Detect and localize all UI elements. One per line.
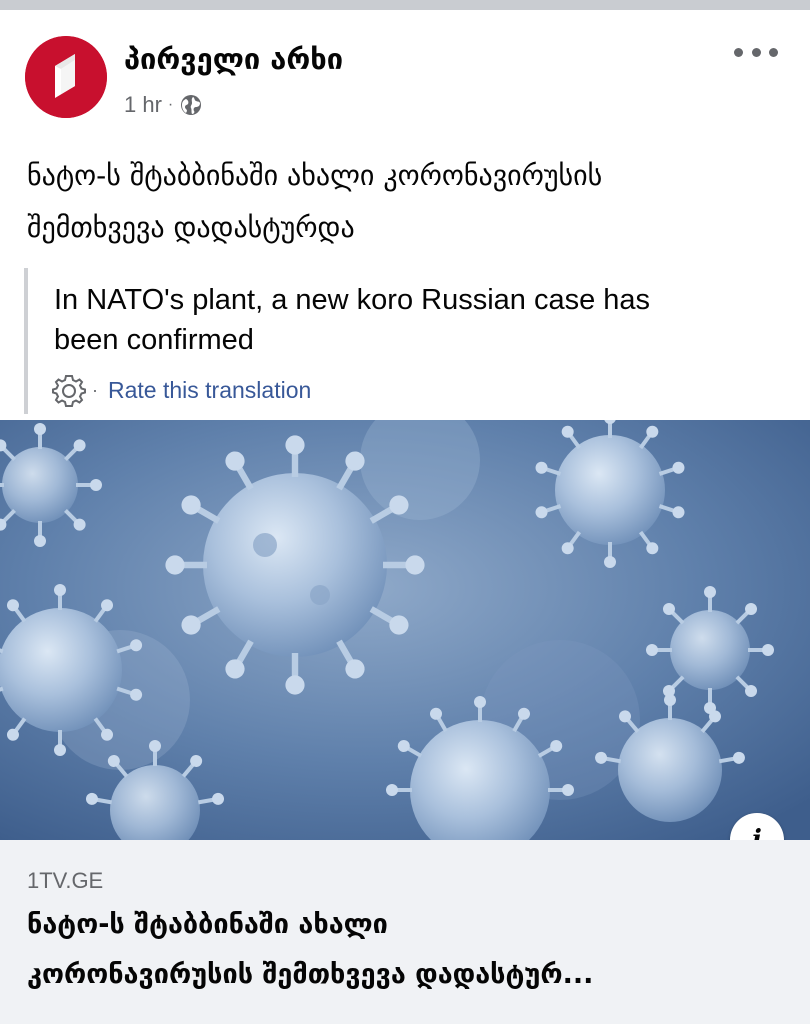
gear-icon[interactable] [52,373,86,407]
more-dot [751,47,761,57]
top-divider [0,0,810,10]
rate-translation-link[interactable]: Rate this translation [108,377,311,404]
link-preview[interactable]: 1TV.GE ნატო-ს შტაბბინაში ახალი კორონავირ… [0,840,810,1024]
post-time[interactable]: 1 hr [124,92,162,118]
more-options-button[interactable] [734,40,778,64]
feed-post: პირველი არხი 1 hr · ნატო-ს შტაბბინაში ახ… [0,10,810,1024]
post-header: პირველი არხი 1 hr · [0,10,810,140]
meta-separator: · [167,96,174,113]
translated-line: been confirmed [54,324,254,356]
logo-icon [25,36,107,118]
translated-line: In NATO's plant, a new koro Russian case… [54,284,651,316]
translation-actions: · Rate this translation [52,370,311,410]
coronavirus-image [0,420,810,840]
translated-text: In NATO's plant, a new koro Russian case… [54,280,774,360]
post-message-line: შემთხვევა დადასტურდა [27,211,355,244]
link-title-line: კორონავირუსის შემთხვევა დადასტურ... [27,959,594,990]
post-image[interactable] [0,420,810,840]
page-avatar[interactable] [25,36,107,118]
translation-separator: · [92,379,98,400]
link-title-line: ნატო-ს შტაბბინაში ახალი [27,909,388,940]
page-name[interactable]: პირველი არხი [124,42,343,76]
globe-icon [181,95,202,115]
more-dot [769,47,778,57]
post-message-line: ნატო-ს შტაბბინაში ახალი კორონავირუსის [27,159,603,192]
post-message: ნატო-ს შტაბბინაში ახალი კორონავირუსის შე… [27,150,797,254]
link-domain: 1TV.GE [27,868,104,893]
link-title: ნატო-ს შტაბბინაში ახალი კორონავირუსის შე… [27,900,787,1000]
more-horizontal-icon [734,47,743,57]
translation-block: In NATO's plant, a new koro Russian case… [24,268,788,414]
post-meta: 1 hr · [124,90,203,120]
